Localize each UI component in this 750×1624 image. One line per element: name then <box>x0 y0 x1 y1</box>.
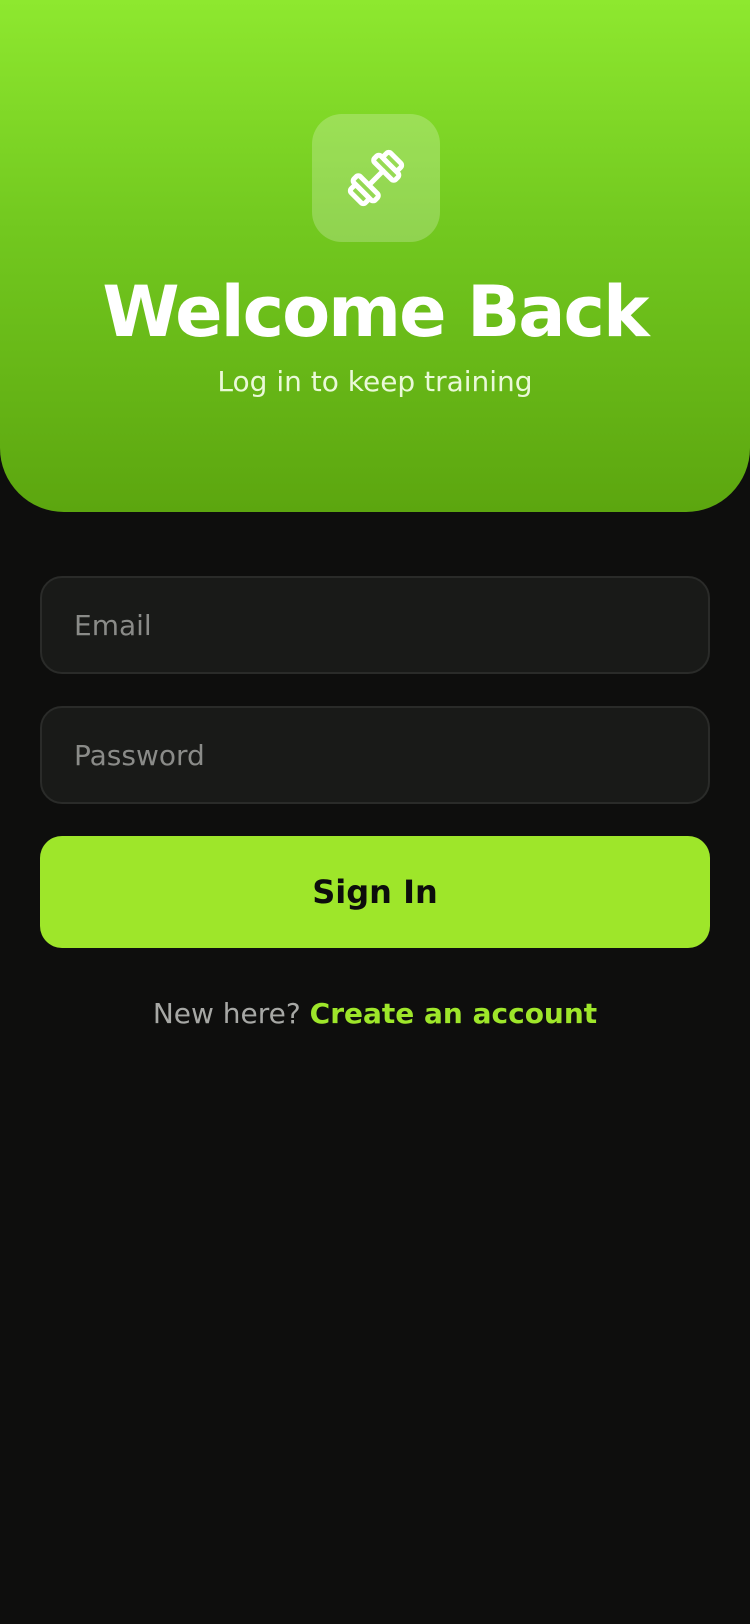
create-account-link[interactable]: Create an account <box>310 997 598 1030</box>
password-field[interactable] <box>40 706 710 804</box>
signup-prompt-text: New here? <box>152 997 301 1030</box>
sign-in-button[interactable]: Sign In <box>40 836 710 948</box>
logo-tile <box>312 114 440 242</box>
dumbbell-icon <box>347 149 405 207</box>
signup-prompt: New here? Create an account <box>0 994 750 1034</box>
email-field[interactable] <box>40 576 710 674</box>
page-title: Welcome Back <box>102 271 649 353</box>
hero-header: Welcome Back Log in to keep training <box>0 0 750 512</box>
page-subtitle: Log in to keep training <box>217 365 533 398</box>
